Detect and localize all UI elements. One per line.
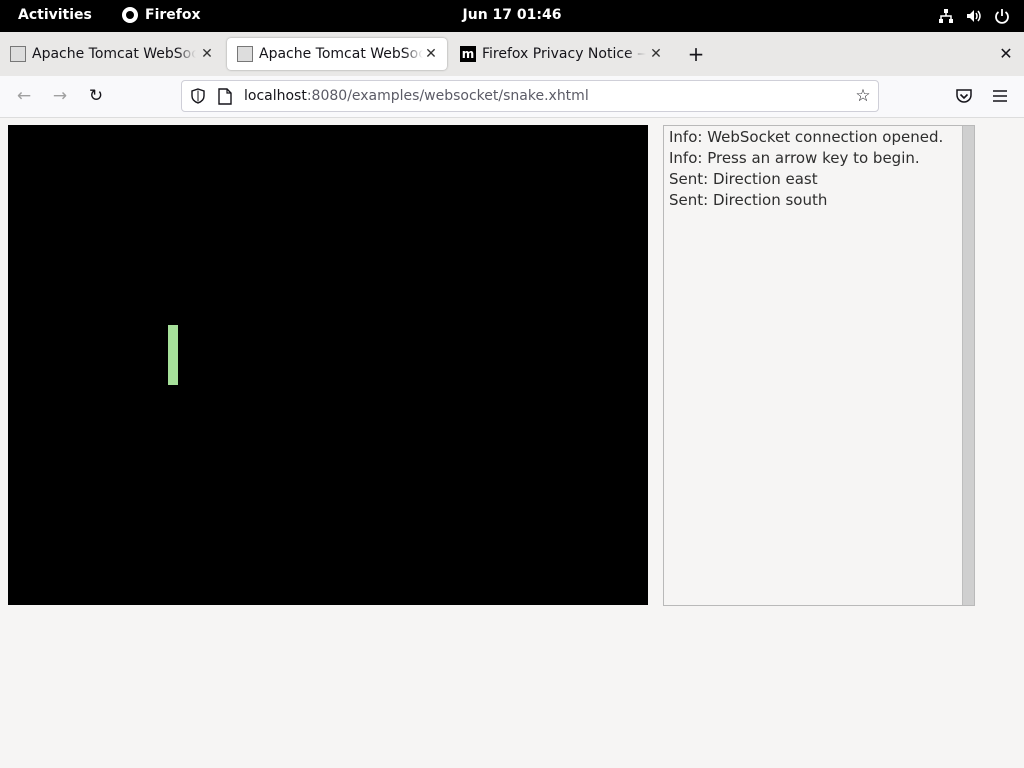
tab-strip: Apache Tomcat WebSocket Examples: Multip… (0, 32, 1024, 76)
tab-title: Apache Tomcat WebSocket Examples: Multip… (259, 46, 423, 62)
url-text[interactable]: localhost:8080/examples/websocket/snake.… (244, 88, 589, 104)
app-menu[interactable]: Firefox (122, 7, 201, 23)
back-button[interactable]: ← (14, 86, 34, 106)
tab-snake-1[interactable]: Apache Tomcat WebSocket Examples: Multip… (0, 38, 223, 70)
system-tray[interactable] (938, 8, 1010, 24)
tab-privacy-notice[interactable]: m Firefox Privacy Notice — Mozilla ✕ (450, 38, 672, 70)
console-message: Sent: Direction east (669, 170, 818, 188)
mozilla-icon: m (460, 46, 476, 62)
page-info-icon[interactable] (218, 88, 232, 105)
close-tab-icon[interactable]: ✕ (199, 46, 215, 62)
system-top-bar: Activities Firefox Jun 17 01:46 (0, 0, 1024, 32)
tab-title: Apache Tomcat WebSocket Examples: Multip… (32, 46, 196, 62)
close-tab-icon[interactable]: ✕ (648, 46, 664, 62)
reload-button[interactable]: ↻ (86, 86, 106, 106)
new-tab-button[interactable]: + (686, 44, 706, 64)
close-tab-icon[interactable]: ✕ (423, 46, 439, 62)
url-path: :8080/examples/websocket/snake.xhtml (306, 88, 589, 104)
volume-icon[interactable] (966, 8, 982, 24)
navigation-toolbar: ← → ↻ localhost:8080/examples/websocket/… (0, 76, 1024, 118)
tab-title: Firefox Privacy Notice — Mozilla (482, 46, 646, 62)
app-menu-button[interactable] (990, 86, 1010, 106)
console-scrollbar[interactable] (962, 126, 974, 605)
close-window-button[interactable]: ✕ (996, 44, 1016, 64)
url-bar[interactable]: localhost:8080/examples/websocket/snake.… (181, 80, 879, 112)
console-message: Info: Press an arrow key to begin. (669, 149, 920, 167)
bookmark-star-icon[interactable]: ☆ (854, 87, 872, 105)
tracking-protection-icon[interactable] (190, 88, 206, 104)
firefox-icon (122, 7, 138, 23)
hamburger-menu-icon (993, 90, 1007, 102)
snake (168, 325, 178, 385)
tomcat-icon (10, 46, 26, 62)
network-icon[interactable] (938, 8, 954, 24)
pocket-button[interactable] (954, 86, 974, 106)
app-name: Firefox (145, 7, 201, 23)
forward-button[interactable]: → (50, 86, 70, 106)
tomcat-icon (237, 46, 253, 62)
console-message: Sent: Direction south (669, 191, 828, 209)
pocket-icon (956, 89, 972, 103)
console-log[interactable]: Info: WebSocket connection opened. Info:… (663, 125, 975, 606)
tab-snake-2[interactable]: Apache Tomcat WebSocket Examples: Multip… (227, 38, 447, 70)
power-icon[interactable] (994, 8, 1010, 24)
console-message: Info: WebSocket connection opened. (669, 128, 944, 146)
console-messages: Info: WebSocket connection opened. Info:… (664, 126, 974, 211)
url-host: localhost (244, 88, 307, 104)
snake-game-canvas[interactable] (8, 125, 648, 605)
activities-button[interactable]: Activities (18, 7, 92, 23)
